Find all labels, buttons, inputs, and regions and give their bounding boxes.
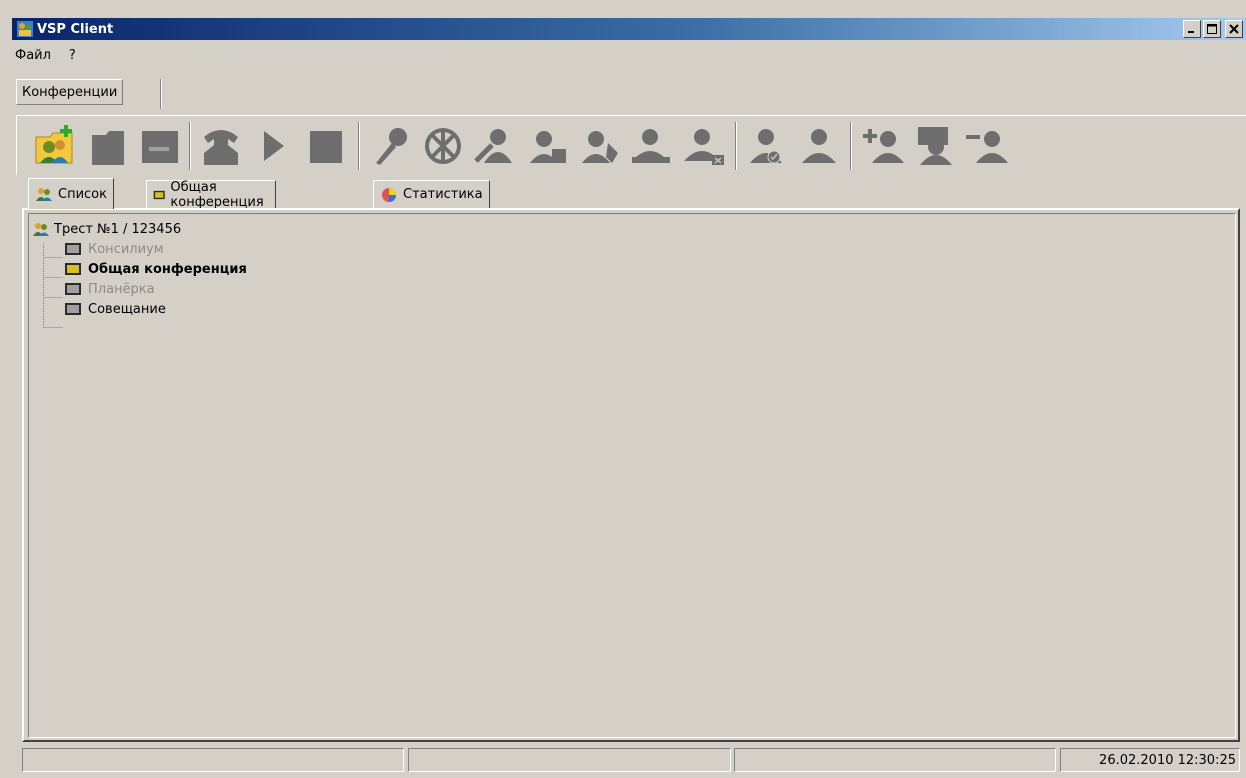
stop-button[interactable] [300,120,350,172]
user-remove-screen-icon [684,129,724,165]
camera-user-button[interactable] [470,120,520,172]
title-bar[interactable]: VSP Client [12,18,1246,40]
tree-item[interactable]: Планёрка [64,279,247,299]
minimize-icon [1188,31,1194,33]
microphone-button[interactable] [366,120,416,172]
window-title: VSP Client [37,21,114,37]
microphone-icon [376,128,407,165]
screen-icon [65,303,81,315]
add-conference-button[interactable] [30,120,80,172]
tree-item[interactable]: Консилиум [64,239,247,259]
user-screen-button[interactable] [626,120,676,172]
add-conference-icon [35,125,73,164]
tree-item[interactable]: Совещание [64,299,247,319]
menu-help[interactable]: ? [69,48,76,63]
user-hand-button[interactable] [574,120,624,172]
tab-list[interactable]: Список [28,178,114,209]
toolbar-separator [189,122,191,170]
add-user-button[interactable] [858,120,908,172]
status-bar: 26.02.2010 12:30:25 [22,748,1242,772]
ban-icon [425,128,461,164]
app-icon [17,21,33,37]
divider [160,79,162,109]
tree-item-label: Планёрка [88,281,155,297]
screen-icon [65,263,81,275]
user-check-icon [750,129,782,164]
maximize-icon [1207,24,1217,34]
toolbar-separator [850,122,852,170]
toolbar-separator [735,122,737,170]
user-hand-icon [582,131,618,163]
users-icon [33,223,49,236]
keyboard-icon [142,131,178,163]
play-button[interactable] [248,120,298,172]
tab-general-conference[interactable]: Общая конференция [146,179,277,210]
user-speak-button[interactable] [522,120,572,172]
conference-tree: Трест №1 / 123456 Консилиум Общая конфер… [32,219,247,319]
user-screen-icon [632,129,670,163]
screen-icon [65,283,81,295]
users-icon [36,188,52,201]
remove-user-icon [966,131,1008,163]
conferences-tab[interactable]: Конференции [16,79,124,105]
minimize-button[interactable] [1183,20,1201,38]
close-button[interactable] [1225,20,1243,38]
user-chat-button[interactable] [910,120,960,172]
tree-item-label: Совещание [88,301,166,317]
block-button[interactable] [418,120,468,172]
remove-user-button[interactable] [962,120,1012,172]
call-button[interactable] [196,120,246,172]
close-icon [1229,24,1239,34]
tree-item[interactable]: Общая конференция [64,259,247,279]
user-speak-icon [530,131,566,163]
status-cell [408,748,731,772]
menu-bar: Файл ? [15,48,76,63]
play-icon [264,131,284,161]
toolbar-separator [358,122,360,170]
screen-icon [153,190,165,199]
user-check-button[interactable] [742,120,792,172]
tree-root-label: Трест №1 / 123456 [54,221,182,237]
pie-chart-icon [382,187,396,202]
tab-general-conference-label: Общая конференция [170,179,264,210]
status-datetime: 26.02.2010 12:30:25 [1060,748,1240,772]
tree-root[interactable]: Трест №1 / 123456 [32,219,247,239]
phone-icon [204,130,238,165]
camera-user-icon [474,129,512,163]
tab-statistics[interactable]: Статистика [373,180,490,208]
tree-item-label: Консилиум [88,241,164,257]
tree-item-label: Общая конференция [88,261,247,277]
menu-file[interactable]: Файл [15,48,51,63]
add-user-icon [863,129,904,163]
stop-icon [310,131,342,163]
conferences-tab-label: Конференции [22,84,118,100]
screen-icon [65,243,81,255]
tab-list-label: Список [58,186,107,202]
user-button[interactable] [794,120,844,172]
delete-conference-icon [92,131,124,165]
tab-statistics-label: Статистика [403,187,483,202]
user-remove-screen-button[interactable] [678,120,728,172]
keyboard-button[interactable] [134,120,184,172]
user-chat-icon [918,127,952,165]
delete-conference-button[interactable] [82,120,132,172]
status-cell [734,748,1056,772]
user-icon [802,129,836,163]
maximize-button[interactable] [1203,20,1221,38]
status-cell [22,748,404,772]
